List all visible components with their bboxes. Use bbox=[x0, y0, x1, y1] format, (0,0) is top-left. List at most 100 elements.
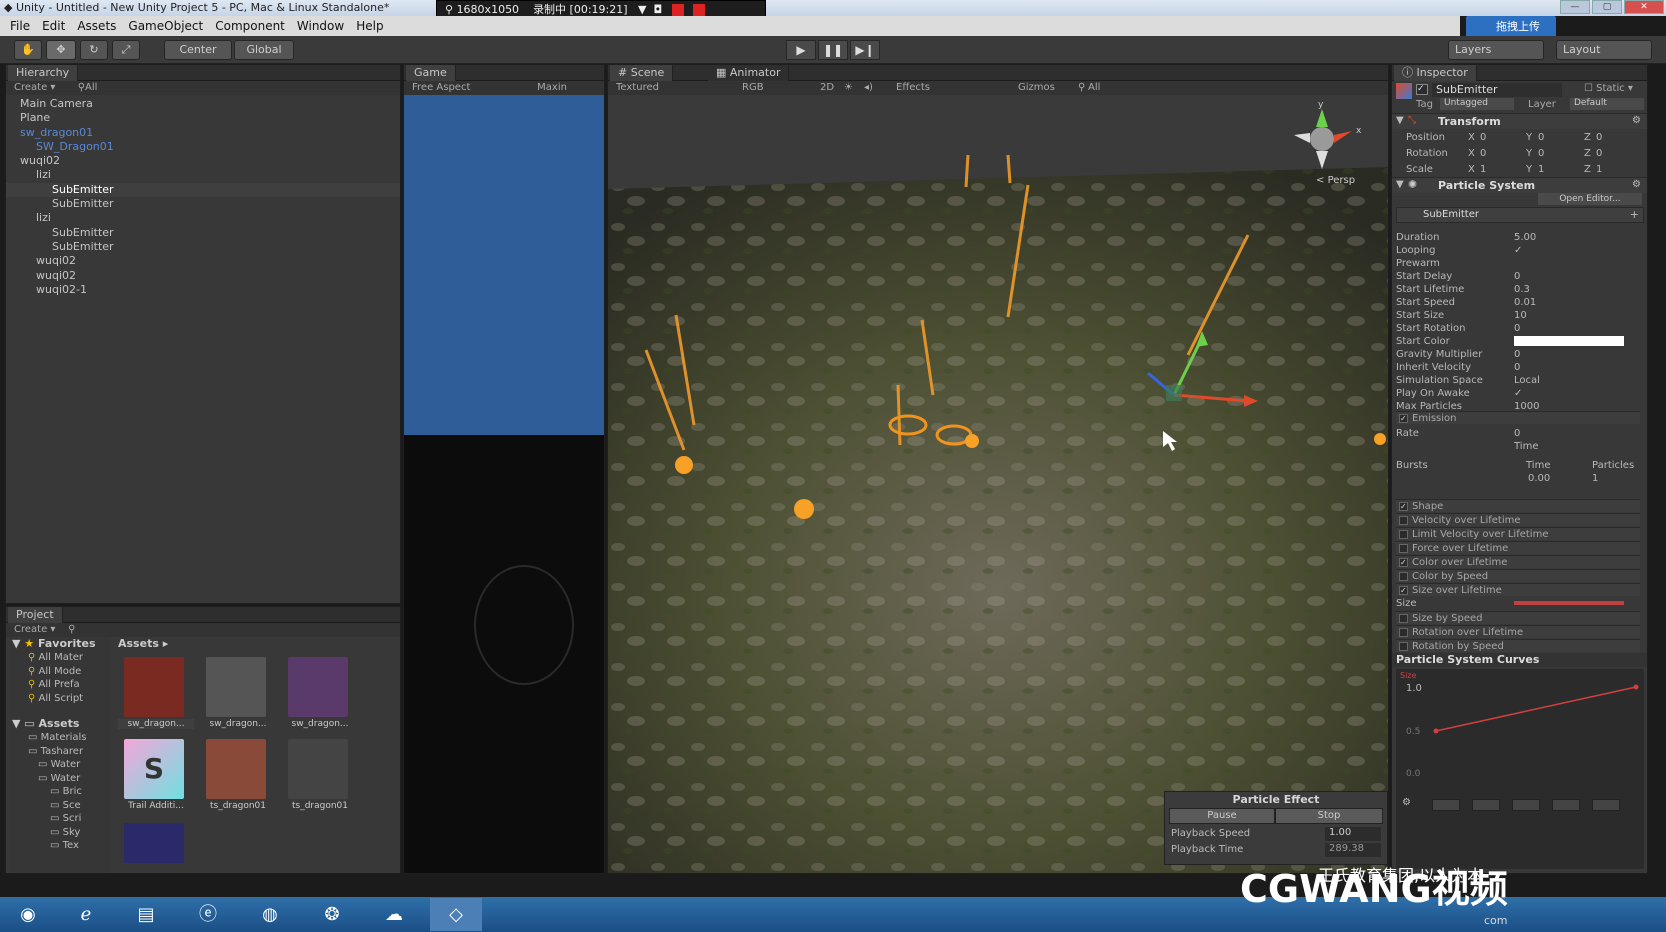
share-upload-button[interactable]: 拖拽上传 bbox=[1466, 16, 1556, 38]
ps-property-field[interactable]: 0 bbox=[1514, 361, 1520, 374]
assets-header[interactable]: ▼ ▭ Assets bbox=[10, 717, 110, 731]
step-button[interactable]: ▶❙ bbox=[850, 40, 880, 60]
favorite-item[interactable]: ⚲ All Mode bbox=[10, 665, 110, 679]
assets-breadcrumb[interactable]: Assets ▸ bbox=[118, 637, 168, 650]
asset-thumbnail[interactable]: sw_dragon... bbox=[118, 657, 194, 735]
aspect-dropdown[interactable]: Free Aspect bbox=[412, 82, 470, 93]
rotate-tool-button[interactable]: ↻ bbox=[80, 40, 108, 60]
asset-preview-image[interactable] bbox=[124, 823, 184, 863]
add-module-icon[interactable]: + bbox=[1630, 208, 1639, 221]
close-button[interactable]: ✕ bbox=[1624, 0, 1664, 14]
tab-game[interactable]: Game bbox=[406, 65, 456, 81]
asset-folder[interactable]: ▭ Sce bbox=[10, 799, 110, 813]
hierarchy-item[interactable]: wuqi02 bbox=[6, 154, 400, 168]
project-create-button[interactable]: Create bbox=[14, 624, 47, 635]
size-curve-preview[interactable] bbox=[1514, 601, 1624, 605]
open-editor-button[interactable]: Open Editor... bbox=[1538, 193, 1642, 205]
curve-presets[interactable]: ⚙ bbox=[1402, 797, 1632, 813]
subemitter-module-header[interactable]: SubEmitter + bbox=[1396, 207, 1644, 223]
tab-project[interactable]: Project bbox=[8, 607, 63, 623]
hierarchy-item[interactable]: Plane bbox=[6, 111, 400, 125]
pivot-global-toggle[interactable]: Global bbox=[234, 40, 294, 60]
ps-property-field[interactable]: 10 bbox=[1514, 309, 1527, 322]
transform-x-field[interactable]: 1 bbox=[1480, 163, 1486, 176]
module-checkbox[interactable]: ✓ bbox=[1399, 586, 1408, 595]
app-icon[interactable]: ❂ bbox=[306, 898, 358, 931]
curve-settings-gear-icon[interactable]: ⚙ bbox=[1402, 797, 1411, 808]
size-curve-graph[interactable] bbox=[1396, 669, 1644, 869]
cloud-app-icon[interactable]: ☁ bbox=[368, 898, 420, 931]
browser-2-icon[interactable]: ⓔ bbox=[182, 898, 234, 931]
layer-dropdown[interactable]: Default bbox=[1570, 98, 1644, 110]
ps-module[interactable]: Force over Lifetime bbox=[1396, 541, 1640, 554]
tab-hierarchy[interactable]: Hierarchy bbox=[8, 65, 79, 81]
hierarchy-item[interactable]: wuqi02 bbox=[6, 269, 400, 283]
ps-settings-gear-icon[interactable]: ⚙ bbox=[1632, 179, 1641, 190]
asset-thumbnail[interactable]: S Trail Additi... bbox=[118, 739, 194, 817]
orientation-gizmo[interactable]: y x bbox=[1272, 99, 1372, 179]
transform-y-field[interactable]: 0 bbox=[1538, 131, 1544, 144]
ie-browser-icon[interactable]: ℯ bbox=[60, 898, 112, 931]
scale-tool-button[interactable]: ⤢ bbox=[112, 40, 140, 60]
scene-viewport[interactable] bbox=[608, 95, 1388, 873]
stop-effect-button[interactable]: Stop bbox=[1275, 808, 1383, 824]
curve-preset-4[interactable] bbox=[1552, 799, 1580, 811]
active-checkbox[interactable]: ✓ bbox=[1416, 84, 1428, 95]
layout-dropdown[interactable]: Layout bbox=[1556, 40, 1652, 60]
transform-y-field[interactable]: 1 bbox=[1538, 163, 1544, 176]
module-checkbox[interactable] bbox=[1399, 642, 1408, 651]
burst-particles-field[interactable]: 1 bbox=[1592, 472, 1598, 485]
asset-folder[interactable]: ▭ Tasharer bbox=[10, 745, 110, 759]
start-color-swatch[interactable] bbox=[1514, 336, 1624, 346]
favorite-item[interactable]: ⚲ All Script bbox=[10, 692, 110, 706]
audio-toggle-icon[interactable]: ◂) bbox=[864, 81, 873, 95]
render-mode-dropdown[interactable]: RGB bbox=[742, 81, 764, 95]
emission-checkbox[interactable]: ✓ bbox=[1399, 414, 1408, 423]
ps-property-field[interactable]: 0.3 bbox=[1514, 283, 1530, 296]
ps-property-field[interactable]: ✓ bbox=[1514, 244, 1522, 257]
asset-folder[interactable]: ▭ Water bbox=[10, 772, 110, 786]
transform-settings-gear-icon[interactable]: ⚙ bbox=[1632, 115, 1641, 126]
rate-field[interactable]: 0 bbox=[1514, 427, 1520, 440]
module-checkbox[interactable]: ✓ bbox=[1399, 558, 1408, 567]
ps-module[interactable]: Color by Speed bbox=[1396, 569, 1640, 582]
maximize-button[interactable]: ▢ bbox=[1592, 0, 1622, 14]
tab-scene[interactable]: # Scene bbox=[610, 65, 674, 81]
ps-property-field[interactable]: Local bbox=[1514, 374, 1540, 387]
tag-dropdown[interactable]: Untagged bbox=[1440, 98, 1514, 110]
transform-y-field[interactable]: 0 bbox=[1538, 147, 1544, 160]
recorder-dropdown-icon[interactable]: ▼ bbox=[631, 3, 646, 16]
unity-taskbar-icon[interactable]: ◇ bbox=[430, 898, 482, 931]
transform-header[interactable]: ▼ ⤡ Transform ⚙ bbox=[1392, 113, 1647, 129]
menu-edit[interactable]: Edit bbox=[42, 16, 65, 36]
rate-mode-dropdown[interactable]: Time bbox=[1514, 440, 1538, 453]
hierarchy-item[interactable]: SubEmitter bbox=[6, 226, 400, 240]
transform-z-field[interactable]: 0 bbox=[1596, 131, 1602, 144]
menu-component[interactable]: Component bbox=[215, 16, 285, 36]
emission-module[interactable]: ✓ Emission bbox=[1396, 411, 1640, 424]
browser-3-icon[interactable]: ◍ bbox=[244, 898, 296, 931]
module-checkbox[interactable] bbox=[1399, 572, 1408, 581]
module-checkbox[interactable] bbox=[1399, 516, 1408, 525]
hierarchy-item[interactable]: lizi bbox=[6, 168, 400, 182]
ps-property-field[interactable]: 0 bbox=[1514, 348, 1520, 361]
favorite-item[interactable]: ⚲ All Mater bbox=[10, 651, 110, 665]
favorite-item[interactable]: ⚲ All Prefa bbox=[10, 678, 110, 692]
layers-dropdown[interactable]: Layers bbox=[1448, 40, 1544, 60]
recorder-stop-button[interactable] bbox=[693, 4, 706, 16]
asset-thumbnail[interactable]: sw_dragon... bbox=[200, 657, 276, 735]
asset-folder[interactable]: ▭ Tex bbox=[10, 839, 110, 853]
hierarchy-item[interactable]: SubEmitter bbox=[6, 182, 400, 198]
playback-speed-field[interactable]: 1.00 bbox=[1325, 827, 1381, 841]
persp-label[interactable]: < Persp bbox=[1316, 175, 1355, 186]
asset-thumbnail[interactable]: sw_dragon... bbox=[282, 657, 358, 735]
menu-help[interactable]: Help bbox=[356, 16, 383, 36]
shading-mode-dropdown[interactable]: Textured bbox=[616, 82, 659, 93]
transform-z-field[interactable]: 1 bbox=[1596, 163, 1602, 176]
menu-gameobject[interactable]: GameObject bbox=[128, 16, 203, 36]
hierarchy-item[interactable]: wuqi02-1 bbox=[6, 283, 400, 297]
asset-thumbnail[interactable]: ts_dragon01 bbox=[282, 739, 358, 817]
static-toggle[interactable]: ☐ Static ▾ bbox=[1584, 83, 1633, 94]
curve-editor[interactable]: Size 1.0 0.5 0.0 ⚙ bbox=[1396, 669, 1644, 869]
asset-folder[interactable]: ▭ Sky bbox=[10, 826, 110, 840]
